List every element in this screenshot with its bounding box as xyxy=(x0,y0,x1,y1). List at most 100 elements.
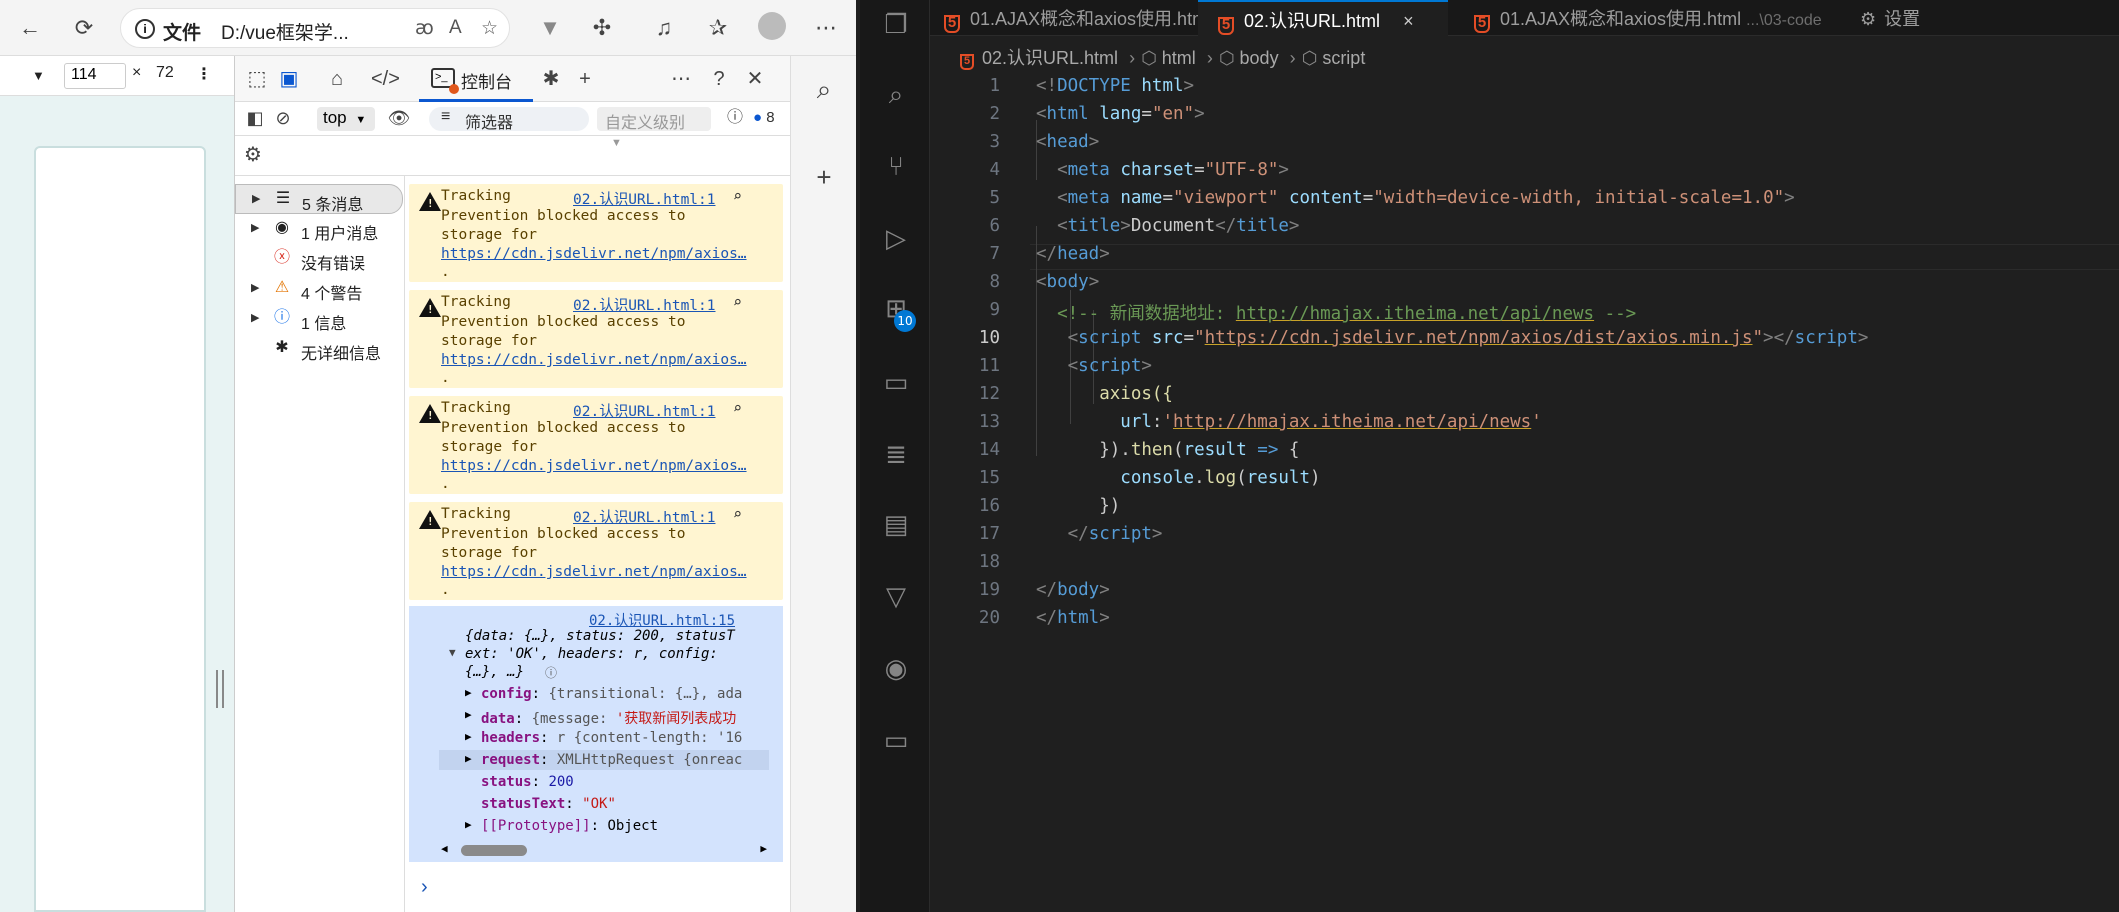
tab-url-active[interactable]: 5 02.认识URL.html × xyxy=(1198,0,1448,36)
media-icon[interactable]: ♫ xyxy=(648,12,680,44)
breadcrumb-file[interactable]: 02.认识URL.html xyxy=(982,48,1118,68)
text-size-icon[interactable]: A xyxy=(449,17,462,39)
read-aloud-icon[interactable]: ꜵ xyxy=(415,17,434,40)
sidebar-item-errors[interactable]: ⓧ 没有错误 xyxy=(235,244,403,274)
tab-ajax-concepts-2[interactable]: 5 01.AJAX概念和axios使用.html ...\03-code xyxy=(1474,0,1844,36)
source-control-icon[interactable]: ⑂ xyxy=(878,148,914,184)
favorite-star-icon[interactable]: ☆ xyxy=(481,17,498,40)
search-icon[interactable]: ⌕ xyxy=(733,187,742,205)
remote-explorer-icon[interactable]: ▭ xyxy=(878,364,914,400)
favorites-icon[interactable]: ✰ xyxy=(702,12,734,44)
more-menu-icon[interactable]: ⋯ xyxy=(810,12,842,44)
sidebar-item-user-messages[interactable]: ▶ ◉ 1 用户消息 xyxy=(235,214,403,244)
search-icon[interactable]: ⌕ xyxy=(733,293,742,311)
console-prompt-icon[interactable]: › xyxy=(421,876,428,899)
explorer-icon[interactable]: ❐ xyxy=(878,6,914,42)
device-more-icon[interactable]: ⋮ xyxy=(196,64,212,88)
docker-icon[interactable]: ≣ xyxy=(878,436,914,472)
more-tools-icon[interactable]: ⋯ xyxy=(667,66,695,92)
issues-count-badge[interactable]: ● 8 xyxy=(753,109,775,126)
prop-headers[interactable]: headers: r {content-length: '16 xyxy=(481,730,777,746)
url-link[interactable]: https://cdn.jsdelivr.net/npm/axios… xyxy=(441,564,747,580)
breadcrumb-body[interactable]: body xyxy=(1240,48,1279,68)
source-link[interactable]: 02.认识URL.html:1 xyxy=(573,294,716,315)
expand-arrow-icon[interactable]: ▶ xyxy=(465,686,472,699)
device-emulation-icon[interactable]: ▣ xyxy=(275,66,303,92)
prop-request[interactable]: request: XMLHttpRequest {onreac xyxy=(481,752,777,768)
add-icon[interactable]: + xyxy=(809,162,839,192)
expand-arrow-icon[interactable]: ▼ xyxy=(449,646,456,659)
page-width-input[interactable]: 114 xyxy=(64,63,126,89)
bug-icon[interactable]: ✱ xyxy=(537,66,565,92)
search-icon[interactable]: ⌕ xyxy=(733,399,742,417)
browser-toolbar: ← ⟳ i 文件 D:/vue框架学... ꜵ A ☆ ▼ ✣ ♫ ✰ ⋯ xyxy=(0,0,856,56)
prop-data[interactable]: data: {message: '获取新闻列表成功 xyxy=(481,708,777,728)
profile-avatar-icon[interactable] xyxy=(756,12,788,44)
search-icon[interactable]: ⌕ xyxy=(733,505,742,523)
close-tab-icon[interactable]: × xyxy=(1403,11,1414,31)
back-icon[interactable]: ← xyxy=(14,12,46,44)
tab-ajax-concepts[interactable]: 501.AJAX概念和axios使用.html .\ xyxy=(944,0,1225,36)
scroll-left-icon[interactable]: ◀ xyxy=(441,842,448,855)
address-url[interactable]: D:/vue框架学... xyxy=(221,18,349,45)
info-icon[interactable]: ⓘ xyxy=(721,105,749,131)
scroll-right-icon[interactable]: ▶ xyxy=(760,842,767,855)
source-link[interactable]: 02.认识URL.html:15 xyxy=(589,610,735,630)
testing-icon[interactable]: ▽ xyxy=(878,578,914,614)
context-select[interactable]: top ▼ xyxy=(317,107,375,131)
close-devtools-icon[interactable]: ✕ xyxy=(741,66,769,92)
refresh-icon[interactable]: ⟳ xyxy=(68,12,100,44)
info-icon[interactable]: ⓘ xyxy=(545,664,557,681)
chat-icon[interactable]: ▭ xyxy=(878,722,914,758)
expand-arrow-icon[interactable]: ▶ xyxy=(465,818,472,831)
run-debug-icon[interactable]: ▷ xyxy=(878,220,914,256)
search-icon[interactable]: ⌕ xyxy=(878,76,914,112)
sidebar-toggle-icon[interactable]: ◧ xyxy=(241,105,269,131)
sidebar-item-info[interactable]: ▶ ⓘ 1 信息 xyxy=(235,304,403,334)
prop-config[interactable]: config: {transitional: {…}, ada xyxy=(481,686,777,702)
extensions-icon[interactable]: ⊞ 10 xyxy=(878,290,916,332)
prop-prototype[interactable]: [[Prototype]]: Object xyxy=(481,818,658,834)
source-link[interactable]: 02.认识URL.html:1 xyxy=(573,506,716,527)
code-editor[interactable]: 1 2 3 4 5 6 7 8 9 10 11 12 13 14 15 16 17 18 19 20 <!DOCTYP… xyxy=(930,74,2119,912)
url-link[interactable]: https://cdn.jsdelivr.net/npm/axios… xyxy=(441,458,747,474)
sidebar-item-messages[interactable]: ▶ ☰ 5 条消息 xyxy=(235,184,403,214)
expand-arrow-icon[interactable]: ▶ xyxy=(465,752,472,765)
horizontal-scrollbar[interactable]: ◀ ▶ xyxy=(439,842,769,858)
expand-arrow-icon[interactable]: ▶ xyxy=(465,708,472,721)
expand-arrow-icon[interactable]: ▶ xyxy=(465,730,472,743)
console-settings-gear-icon[interactable]: ⚙ xyxy=(239,142,267,168)
scroll-thumb[interactable] xyxy=(461,845,527,856)
welcome-home-icon[interactable]: ⌂ xyxy=(323,66,351,92)
page-height-input[interactable]: 72 xyxy=(156,64,174,88)
address-bar[interactable]: i 文件 D:/vue框架学... ꜵ A ☆ xyxy=(120,8,510,48)
info-icon[interactable]: i xyxy=(135,19,155,39)
url-link[interactable]: https://cdn.jsdelivr.net/npm/axios… xyxy=(441,352,747,368)
sidebar-item-warnings[interactable]: ▶ ⚠ 4 个警告 xyxy=(235,274,403,304)
device-dropdown-icon[interactable]: ▼ xyxy=(32,68,45,92)
inspect-icon[interactable]: ⬚ xyxy=(243,66,271,92)
tab-settings[interactable]: ⚙ 设置 xyxy=(1860,0,1970,36)
live-share-icon[interactable]: ◉ xyxy=(878,650,914,686)
console-tab-label: 控制台 xyxy=(461,73,512,92)
resize-handle[interactable] xyxy=(216,670,224,708)
breadcrumb-script[interactable]: script xyxy=(1322,48,1365,68)
url-link[interactable]: https://cdn.jsdelivr.net/npm/axios… xyxy=(441,246,747,262)
tab-console[interactable]: >_ 控制台 xyxy=(419,56,533,102)
elements-icon[interactable]: </> xyxy=(371,66,400,92)
add-tab-icon[interactable]: + xyxy=(571,66,599,92)
breadcrumb-html[interactable]: html xyxy=(1162,48,1196,68)
source-link[interactable]: 02.认识URL.html:1 xyxy=(573,188,716,209)
search-icon[interactable]: ⌕ xyxy=(809,74,839,104)
vue-devtools-icon[interactable]: ▼ xyxy=(534,12,566,44)
source-link[interactable]: 02.认识URL.html:1 xyxy=(573,400,716,421)
live-expression-eye-icon[interactable]: 👁 xyxy=(385,105,413,131)
folder-icon[interactable]: ▤ xyxy=(878,506,914,542)
help-icon[interactable]: ? xyxy=(705,66,733,92)
sidebar-item-verbose[interactable]: ✱ 无详细信息 xyxy=(235,334,403,364)
log-levels-select[interactable]: 自定义级别 ▼ xyxy=(597,107,711,149)
clear-console-icon[interactable]: ⊘ xyxy=(269,105,297,131)
filter-icon: ≡ xyxy=(441,108,451,125)
extensions-icon[interactable]: ✣ xyxy=(586,12,618,44)
filter-input[interactable]: ≡ 筛选器 xyxy=(429,107,589,132)
